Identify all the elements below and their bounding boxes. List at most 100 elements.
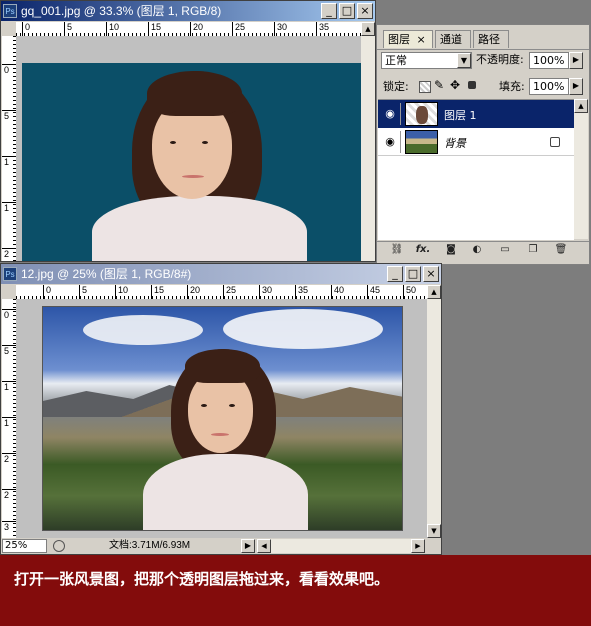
photoshop-app-icon[interactable]: Ps: [3, 4, 17, 18]
ruler-tick-label: 3: [2, 521, 16, 532]
photoshop-app-icon[interactable]: Ps: [3, 267, 17, 281]
mask-icon[interactable]: ◙: [443, 242, 459, 258]
ruler-tick-label: 0: [2, 309, 16, 320]
layer-thumbnail: [405, 130, 438, 154]
ruler-tick-label: 5: [2, 110, 16, 121]
layer-name[interactable]: 图层 1: [444, 107, 477, 123]
scroll-left-button[interactable]: ◀: [257, 539, 271, 553]
ruler-tick-label: 10: [106, 22, 119, 36]
tab-layers-label: 图层: [388, 33, 410, 46]
minimize-button[interactable]: _: [387, 266, 403, 282]
eye-visibility-icon[interactable]: ◉: [380, 131, 401, 153]
ruler-tick-label: 25: [223, 285, 236, 299]
ruler-tick-label: 5: [79, 285, 87, 299]
horizontal-ruler[interactable]: 0 5 10 15 20 25 30 35: [16, 22, 361, 36]
status-menu-arrow[interactable]: ▶: [241, 539, 255, 553]
blend-mode-arrow[interactable]: ▼: [457, 53, 471, 68]
ruler-tick-label: 30: [259, 285, 272, 299]
scroll-up-button[interactable]: ▲: [361, 22, 375, 36]
ruler-tick-label: 2: [2, 453, 16, 464]
ruler-tick-label: 2: [2, 248, 16, 259]
layers-list: ◉ 图层 1 ◉ 背景: [378, 99, 574, 240]
fill-input[interactable]: 100%: [529, 78, 569, 95]
document-canvas[interactable]: [22, 63, 361, 261]
ruler-tick-label: 1: [2, 381, 16, 392]
lock-icon: [550, 137, 560, 147]
ruler-tick-label: 25: [232, 22, 245, 36]
ruler-tick-label: 0: [43, 285, 51, 299]
adjustment-icon[interactable]: ◐: [469, 242, 485, 258]
ruler-tick-label: 5: [2, 345, 16, 356]
vertical-scrollbar[interactable]: ▲ ▼: [427, 285, 441, 538]
ruler-tick-label: 50: [403, 285, 416, 299]
link-icon[interactable]: ⛓: [389, 242, 405, 258]
layers-footer: ⛓ fx. ◙ ◐ ▭ ❐ 🗑: [377, 241, 589, 264]
ruler-tick-label: 45: [367, 285, 380, 299]
window-titlebar[interactable]: Ps 12.jpg @ 25% (图层 1, RGB/8#) _ □ ×: [1, 264, 441, 284]
ruler-tick-label: 0: [22, 22, 30, 36]
ruler-tick-label: 35: [295, 285, 308, 299]
vertical-ruler[interactable]: 0 5 1 1 2: [2, 36, 16, 261]
ruler-tick-label: 20: [190, 22, 203, 36]
horizontal-ruler[interactable]: 0 5 10 15 20 25 30 35 40 45 50: [16, 285, 427, 299]
portrait-woman-image: [92, 71, 307, 261]
ruler-tick-label: 1: [2, 417, 16, 428]
maximize-button[interactable]: □: [405, 266, 421, 282]
opacity-slider-arrow[interactable]: ▶: [569, 52, 583, 69]
ruler-tick-label: 15: [148, 22, 161, 36]
lock-all-icon[interactable]: [468, 81, 476, 89]
scroll-up-button[interactable]: ▲: [574, 99, 588, 113]
window-title: gq_001.jpg @ 33.3% (图层 1, RGB/8): [21, 4, 222, 18]
portrait-woman-image: [143, 349, 308, 530]
opacity-label: 不透明度:: [476, 53, 524, 66]
layer-row-background[interactable]: ◉ 背景: [378, 128, 574, 156]
ruler-tick-label: 20: [187, 285, 200, 299]
tab-paths[interactable]: 路径: [473, 30, 509, 48]
close-button[interactable]: ×: [423, 266, 439, 282]
lock-position-move-icon[interactable]: ✥: [450, 78, 460, 92]
document-canvas[interactable]: [42, 306, 403, 531]
ruler-tick-label: 30: [274, 22, 287, 36]
layers-panel: 图层 × 通道 路径 正常 ▼ 不透明度: 100% ▶ 锁定: ✎ ✥ 填充:…: [376, 24, 590, 265]
ruler-tick-label: 1: [2, 156, 16, 167]
layer-name[interactable]: 背景: [444, 135, 466, 151]
vertical-ruler[interactable]: 0 5 1 1 2 2 3: [2, 299, 16, 538]
maximize-button[interactable]: □: [339, 3, 355, 19]
lock-label: 锁定:: [383, 80, 409, 93]
caption-text: 打开一张风景图，把那个透明图层拖过来，看看效果吧。: [14, 570, 390, 588]
document-window-12jpg: Ps 12.jpg @ 25% (图层 1, RGB/8#) _ □ × 0 5…: [0, 263, 442, 555]
horizontal-scrollbar[interactable]: ◀ ▶: [257, 539, 425, 553]
scroll-right-button[interactable]: ▶: [411, 539, 425, 553]
document-window-gq001: Ps gq_001.jpg @ 33.3% (图层 1, RGB/8) _ □ …: [0, 0, 376, 262]
close-tab-icon[interactable]: ×: [417, 33, 426, 46]
lock-transparency-icon[interactable]: [419, 81, 431, 93]
tab-layers[interactable]: 图层 ×: [383, 30, 433, 48]
fx-icon[interactable]: fx.: [415, 242, 431, 258]
trash-icon[interactable]: 🗑: [553, 242, 569, 258]
close-button[interactable]: ×: [357, 3, 373, 19]
layer-thumbnail: [405, 102, 438, 126]
lock-paint-brush-icon[interactable]: ✎: [434, 78, 444, 92]
window-titlebar[interactable]: Ps gq_001.jpg @ 33.3% (图层 1, RGB/8) _ □ …: [1, 1, 375, 21]
layer-row-layer1[interactable]: ◉ 图层 1: [378, 100, 574, 128]
scroll-down-button[interactable]: ▼: [427, 524, 441, 538]
ruler-tick-label: 5: [64, 22, 72, 36]
fill-slider-arrow[interactable]: ▶: [569, 78, 583, 95]
ruler-tick-label: 40: [331, 285, 344, 299]
tab-channels[interactable]: 通道: [435, 30, 471, 48]
window-title: 12.jpg @ 25% (图层 1, RGB/8#): [21, 267, 192, 281]
group-folder-icon[interactable]: ▭: [497, 242, 513, 258]
status-info-icon[interactable]: [53, 540, 65, 552]
zoom-field[interactable]: 25%: [2, 539, 47, 553]
fill-label: 填充:: [499, 80, 525, 93]
minimize-button[interactable]: _: [321, 3, 337, 19]
new-layer-icon[interactable]: ❐: [525, 242, 541, 258]
opacity-input[interactable]: 100%: [529, 52, 569, 69]
ruler-tick-label: 15: [151, 285, 164, 299]
scroll-up-button[interactable]: ▲: [427, 285, 441, 299]
eye-visibility-icon[interactable]: ◉: [380, 103, 401, 125]
caption-banner: 打开一张风景图，把那个透明图层拖过来，看看效果吧。: [0, 555, 591, 626]
vertical-scrollbar[interactable]: ▲: [361, 22, 375, 261]
layers-scrollbar[interactable]: ▲: [574, 99, 588, 239]
document-size-text: 文档:3.71M/6.93M: [109, 540, 191, 551]
